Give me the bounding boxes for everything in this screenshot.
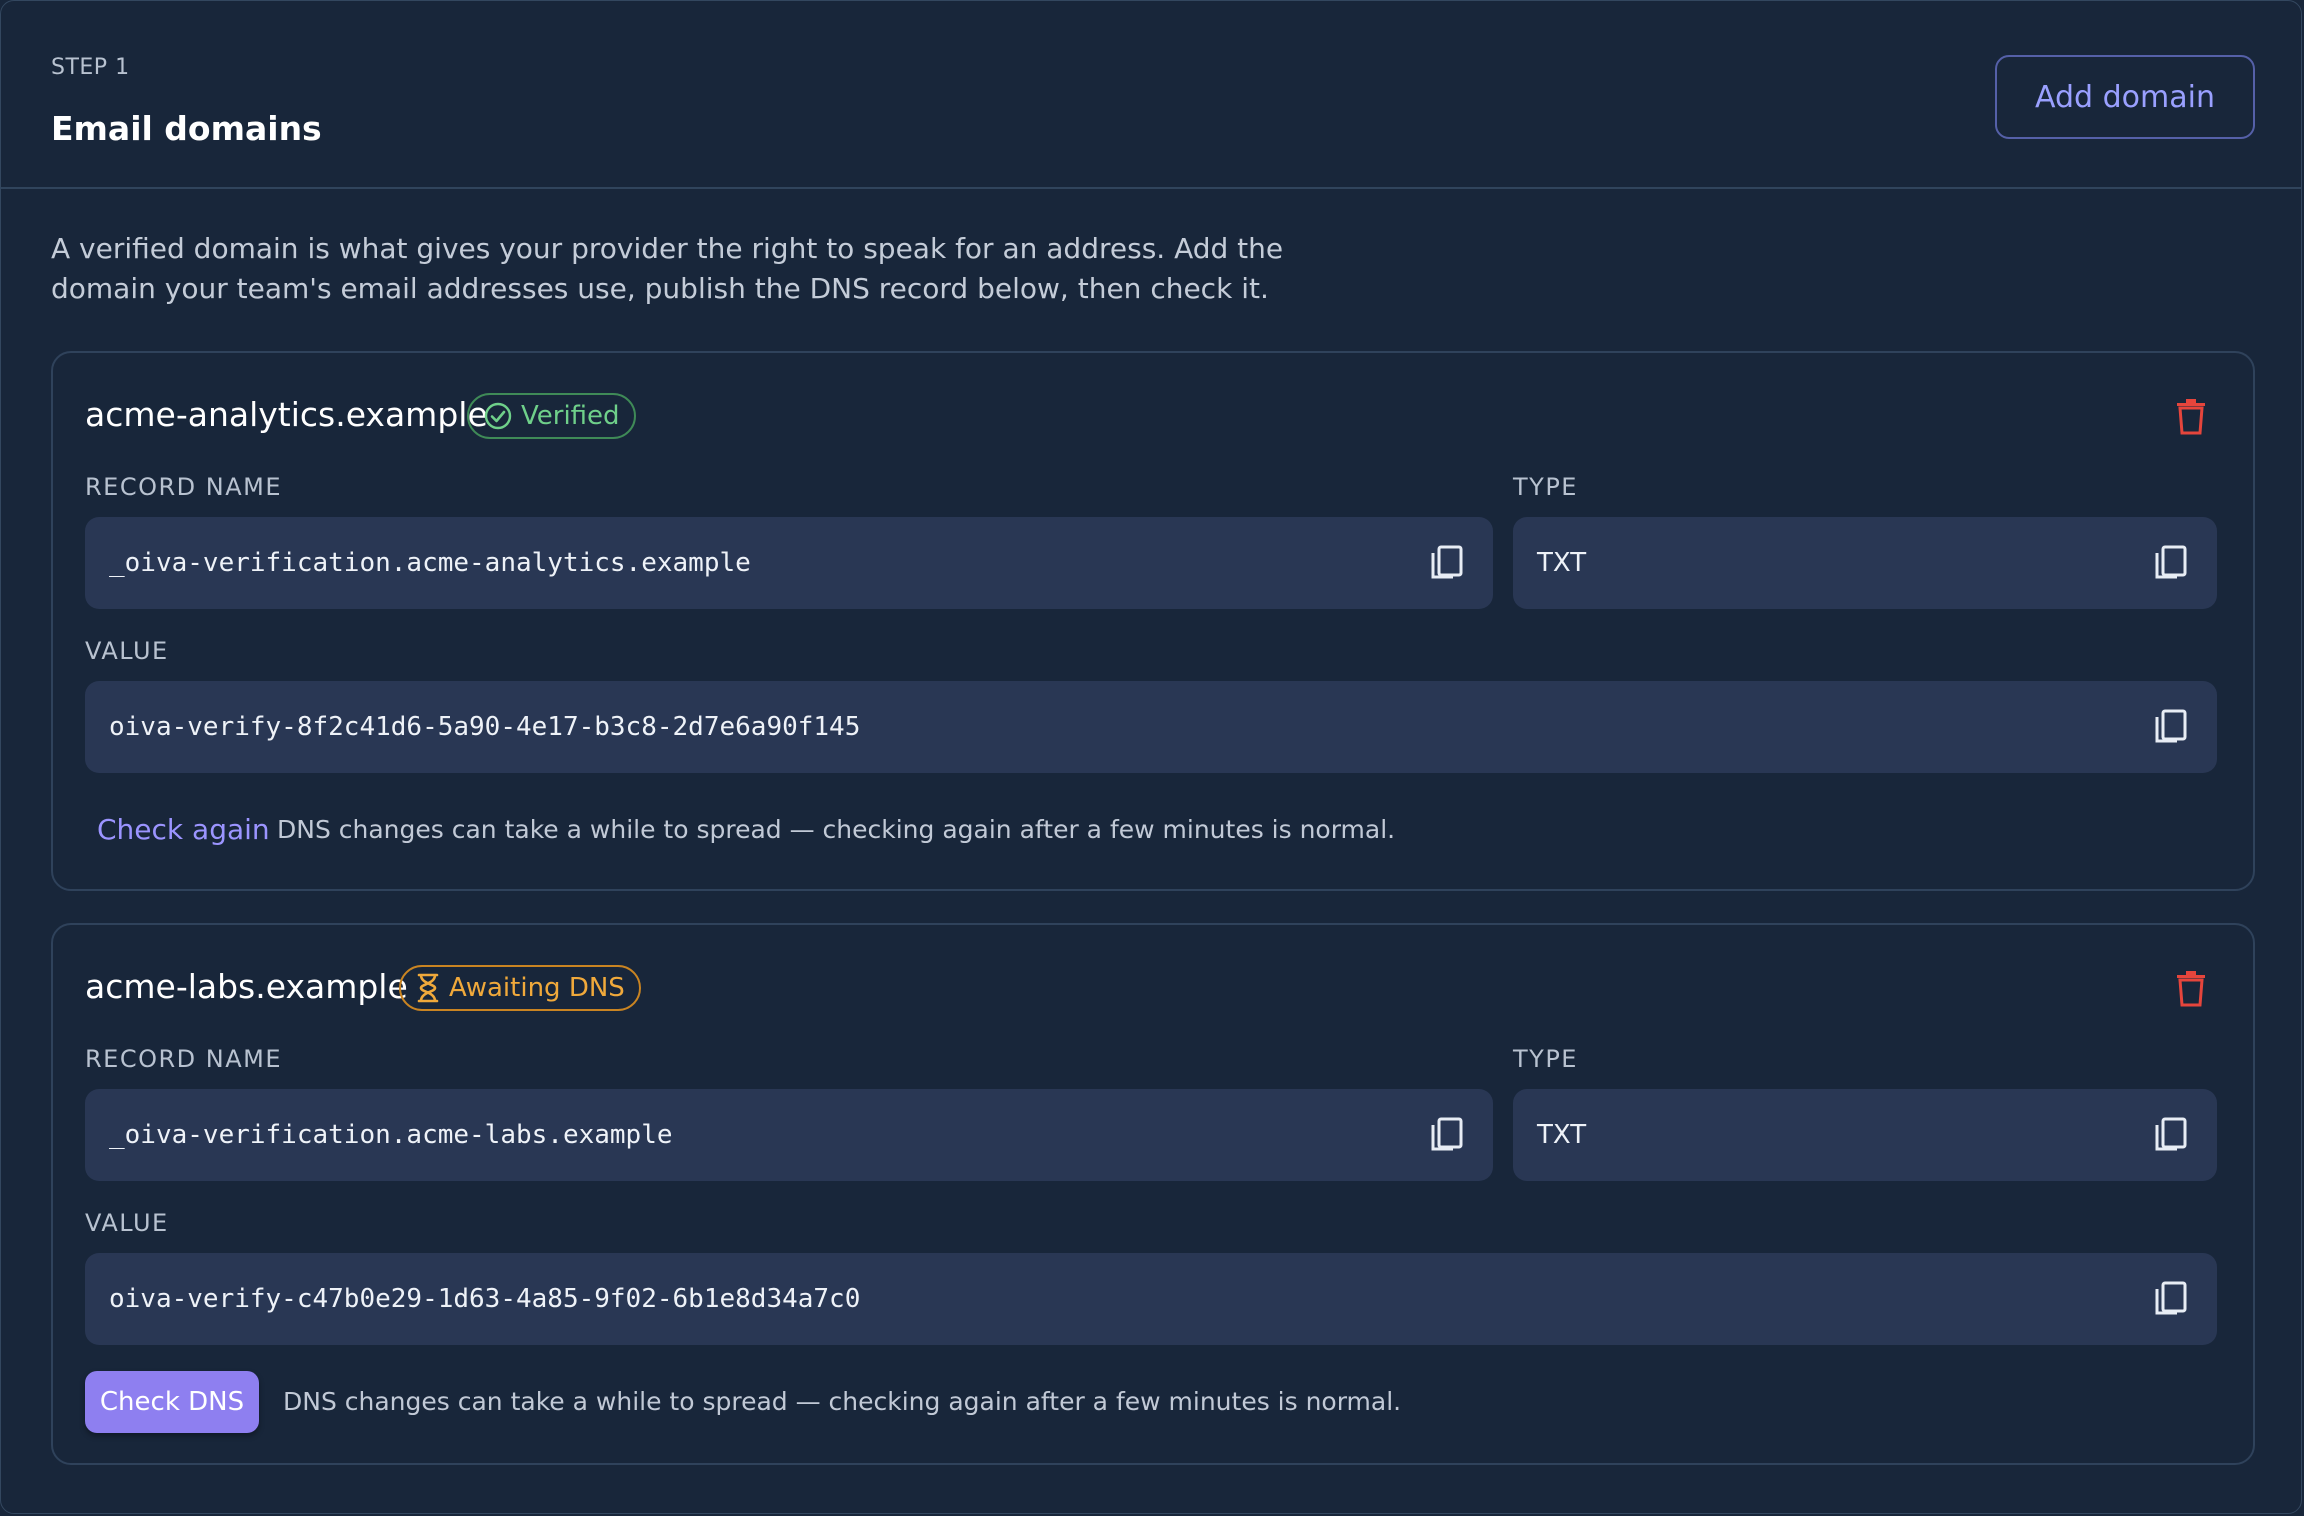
dns-hint: DNS changes can take a while to spread —… [277, 815, 1396, 844]
status-badge: Verified [467, 393, 636, 439]
copy-icon[interactable] [2153, 707, 2189, 747]
type-field: TXT [1513, 1089, 2217, 1181]
add-domain-button[interactable]: Add domain [1995, 55, 2255, 139]
type-label: TYPE [1513, 1045, 1578, 1073]
copy-icon[interactable] [2153, 1279, 2189, 1319]
check-dns-button[interactable]: Check DNS [85, 1371, 259, 1433]
check-again-button[interactable]: Check again [97, 813, 270, 846]
type-field: TXT [1513, 517, 2217, 609]
domain-card: acme-analytics.example Verified RECORD N… [51, 351, 2255, 891]
type-label: TYPE [1513, 473, 1578, 501]
domain-card: acme-labs.example Awaiting DNS RECORD NA… [51, 923, 2255, 1465]
value-label: VALUE [85, 637, 169, 665]
record-name-value: _oiva-verification.acme-labs.example [109, 1120, 673, 1150]
value-text: oiva-verify-c47b0e29-1d63-4a85-9f02-6b1e… [109, 1284, 861, 1314]
type-value: TXT [1537, 548, 1587, 578]
trash-icon[interactable] [2175, 397, 2207, 435]
hourglass-icon [417, 973, 439, 1003]
record-name-field: _oiva-verification.acme-labs.example [85, 1089, 1493, 1181]
intro-text: A verified domain is what gives your pro… [51, 232, 1284, 305]
dns-hint: DNS changes can take a while to spread —… [283, 1387, 1402, 1416]
value-field: oiva-verify-c47b0e29-1d63-4a85-9f02-6b1e… [85, 1253, 2217, 1345]
copy-icon[interactable] [2153, 1115, 2189, 1155]
step-label: STEP 1 [51, 55, 130, 80]
copy-icon[interactable] [1429, 1115, 1465, 1155]
copy-icon[interactable] [1429, 543, 1465, 583]
record-name-label: RECORD NAME [85, 473, 283, 501]
status-badge-label: Awaiting DNS [449, 973, 625, 1003]
domain-name: acme-labs.example [85, 967, 408, 1006]
status-badge-label: Verified [521, 401, 620, 431]
value-text: oiva-verify-8f2c41d6-5a90-4e17-b3c8-2d7e… [109, 712, 861, 742]
panel-header: STEP 1 Email domains Add domain [1, 1, 2301, 189]
copy-icon[interactable] [2153, 543, 2189, 583]
value-field: oiva-verify-8f2c41d6-5a90-4e17-b3c8-2d7e… [85, 681, 2217, 773]
record-name-label: RECORD NAME [85, 1045, 283, 1073]
type-value: TXT [1537, 1120, 1587, 1150]
status-badge: Awaiting DNS [399, 965, 641, 1011]
email-domains-panel: STEP 1 Email domains Add domain A verifi… [0, 0, 2302, 1514]
section-title: Email domains [51, 109, 322, 148]
domain-name: acme-analytics.example [85, 395, 488, 434]
record-name-value: _oiva-verification.acme-analytics.exampl… [109, 548, 751, 578]
check-circle-icon [484, 402, 512, 430]
trash-icon[interactable] [2175, 969, 2207, 1007]
value-label: VALUE [85, 1209, 169, 1237]
record-name-field: _oiva-verification.acme-analytics.exampl… [85, 517, 1493, 609]
